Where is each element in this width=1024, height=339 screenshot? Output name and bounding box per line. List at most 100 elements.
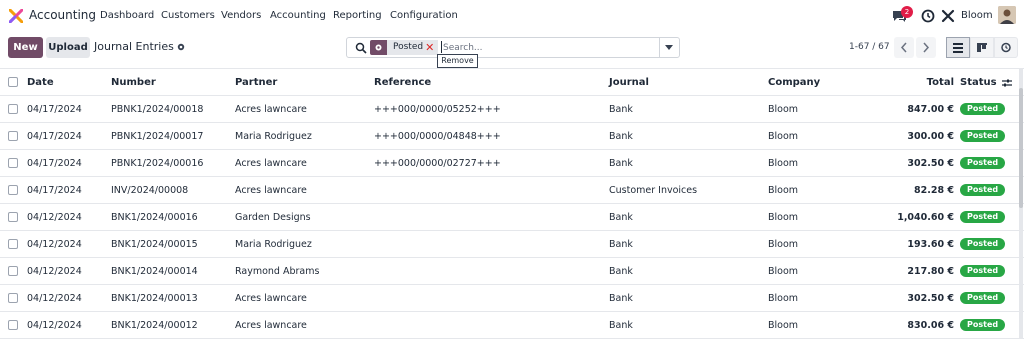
cell-number: PBNK1/2024/00016 <box>111 149 235 177</box>
gear-icon[interactable] <box>176 42 186 52</box>
menu-reporting[interactable]: Reporting <box>333 10 382 21</box>
row-checkbox[interactable] <box>8 131 18 141</box>
chevron-left-icon <box>900 42 907 53</box>
upload-button[interactable]: Upload <box>46 37 90 58</box>
table-row[interactable]: 04/17/2024 PBNK1/2024/00018 Acres lawncare… <box>0 95 1024 123</box>
cell-date: 04/12/2024 <box>27 230 111 258</box>
kanban-view-button[interactable] <box>970 37 994 58</box>
cell-number: BNK1/2024/00012 <box>111 311 235 339</box>
app-logo-icon[interactable] <box>9 9 23 23</box>
cell-partner: Raymond Abrams <box>235 257 374 285</box>
cell-select[interactable] <box>0 203 27 231</box>
cell-journal: Bank <box>609 257 768 285</box>
company-switcher[interactable]: Bloom <box>961 10 993 21</box>
table-row[interactable]: 04/17/2024 PBNK1/2024/00017 Maria Rodrigue… <box>0 122 1024 150</box>
cell-number: PBNK1/2024/00017 <box>111 122 235 150</box>
menu-accounting[interactable]: Accounting <box>270 10 326 21</box>
table-row[interactable]: 04/17/2024 INV/2024/00008 Acres lawncare Cu… <box>0 176 1024 204</box>
search-bar[interactable]: Posted ✕ <box>346 37 680 58</box>
search-facet-posted[interactable]: Posted ✕ <box>370 40 439 55</box>
menu-configuration[interactable]: Configuration <box>390 10 458 21</box>
cell-status: Posted <box>958 122 1021 150</box>
cell-company: Bloom <box>768 95 870 123</box>
cell-reference <box>374 230 609 258</box>
row-checkbox[interactable] <box>8 320 18 330</box>
kanban-view-icon <box>977 43 987 52</box>
cell-total: 1,040.60 € <box>870 203 958 231</box>
avatar[interactable] <box>998 6 1016 24</box>
row-checkbox[interactable] <box>8 239 18 249</box>
cell-number: BNK1/2024/00013 <box>111 284 235 312</box>
cell-company: Bloom <box>768 257 870 285</box>
pager-next-button[interactable] <box>916 37 936 58</box>
cell-reference <box>374 284 609 312</box>
header-company[interactable]: Company <box>768 68 870 96</box>
activity-view-button[interactable] <box>994 37 1018 58</box>
header-number[interactable]: Number <box>111 68 235 96</box>
search-divider <box>659 38 660 57</box>
menu-vendors[interactable]: Vendors <box>221 10 261 21</box>
header-reference[interactable]: Reference <box>374 68 609 96</box>
top-navbar: Accounting Dashboard Customers Vendors A… <box>0 0 1024 32</box>
header-total[interactable]: Total <box>870 68 958 96</box>
cell-number: INV/2024/00008 <box>111 176 235 204</box>
row-checkbox[interactable] <box>8 185 18 195</box>
chevron-down-icon[interactable] <box>665 45 673 50</box>
table-row[interactable]: 04/12/2024 BNK1/2024/00013 Acres lawncare B… <box>0 284 1024 312</box>
cell-number: BNK1/2024/00014 <box>111 257 235 285</box>
row-checkbox[interactable] <box>8 293 18 303</box>
cell-journal: Customer Invoices <box>609 176 768 204</box>
facet-remove-icon[interactable]: ✕ <box>425 40 439 55</box>
status-badge: Posted <box>960 211 1006 223</box>
clock-icon[interactable] <box>920 8 936 24</box>
list-view-button[interactable] <box>946 37 970 58</box>
cell-partner: Garden Designs <box>235 203 374 231</box>
cell-select[interactable] <box>0 176 27 204</box>
cell-select[interactable] <box>0 284 27 312</box>
menu-dashboard[interactable]: Dashboard <box>100 10 154 21</box>
scrollbar-thumb[interactable] <box>1019 88 1023 208</box>
header-journal[interactable]: Journal <box>609 68 768 96</box>
table-row[interactable]: 04/12/2024 BNK1/2024/00016 Garden Designs B… <box>0 203 1024 231</box>
cell-company: Bloom <box>768 230 870 258</box>
tools-icon[interactable] <box>940 8 956 24</box>
cell-company: Bloom <box>768 284 870 312</box>
cell-company: Bloom <box>768 149 870 177</box>
cell-select[interactable] <box>0 122 27 150</box>
table-row[interactable]: 04/12/2024 BNK1/2024/00015 Maria Rodriguez… <box>0 230 1024 258</box>
header-partner[interactable]: Partner <box>235 68 374 96</box>
cell-partner: Acres lawncare <box>235 284 374 312</box>
cell-reference: +++000/0000/05252+++ <box>374 95 609 123</box>
cell-date: 04/17/2024 <box>27 95 111 123</box>
cell-reference: +++000/0000/02727+++ <box>374 149 609 177</box>
cell-journal: Bank <box>609 95 768 123</box>
cell-total: 847.00 € <box>870 95 958 123</box>
table-row[interactable]: 04/17/2024 PBNK1/2024/00016 Acres lawncare… <box>0 149 1024 177</box>
menu-customers[interactable]: Customers <box>161 10 215 21</box>
table-row[interactable]: 04/12/2024 BNK1/2024/00014 Raymond Abrams B… <box>0 257 1024 285</box>
column-settings-icon[interactable] <box>1001 77 1013 89</box>
search-input[interactable] <box>443 40 643 55</box>
row-checkbox[interactable] <box>8 266 18 276</box>
cell-partner: Acres lawncare <box>235 95 374 123</box>
pager-value[interactable]: 1-67 / 67 <box>849 42 890 52</box>
cell-select[interactable] <box>0 230 27 258</box>
table-row[interactable]: 04/12/2024 BNK1/2024/00012 Acres lawncare B… <box>0 311 1024 339</box>
cell-select[interactable] <box>0 311 27 339</box>
cell-status: Posted <box>958 311 1021 339</box>
app-name[interactable]: Accounting <box>29 8 96 22</box>
cell-select[interactable] <box>0 95 27 123</box>
cell-select[interactable] <box>0 149 27 177</box>
status-badge: Posted <box>960 265 1006 277</box>
new-button[interactable]: New <box>8 37 43 58</box>
scrollbar[interactable] <box>1019 68 1023 339</box>
tooltip-remove: Remove <box>437 54 478 68</box>
row-checkbox[interactable] <box>8 104 18 114</box>
row-checkbox[interactable] <box>8 158 18 168</box>
select-all-checkbox[interactable] <box>8 76 18 87</box>
row-checkbox[interactable] <box>8 212 18 222</box>
pager-previous-button[interactable] <box>894 37 914 58</box>
header-date[interactable]: Date <box>27 68 111 96</box>
cell-select[interactable] <box>0 257 27 285</box>
list-view-icon <box>953 43 963 53</box>
